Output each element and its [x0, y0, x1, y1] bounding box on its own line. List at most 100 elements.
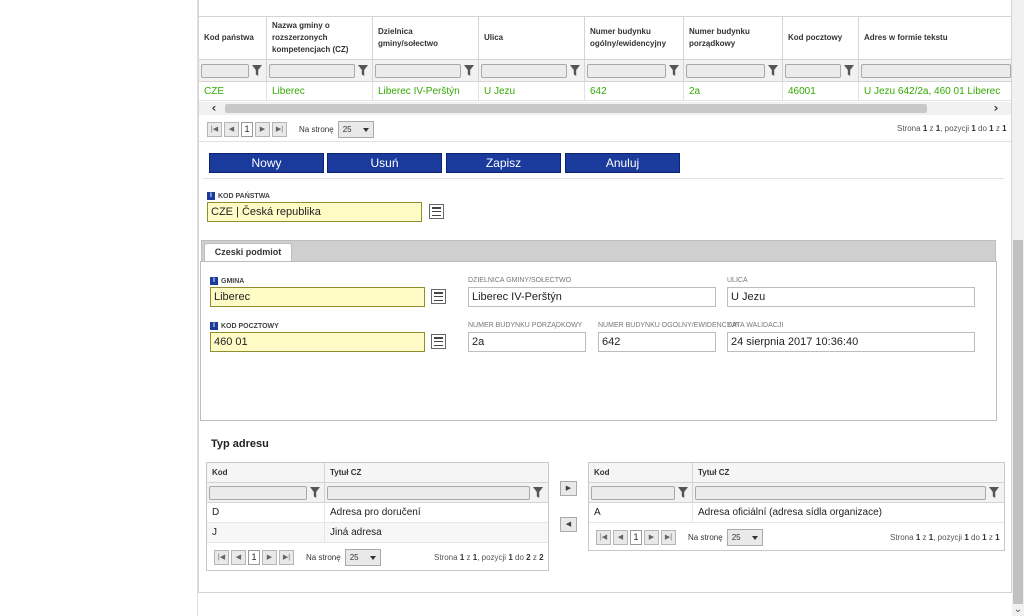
filter-country-input[interactable]	[201, 63, 249, 78]
prev-page-icon[interactable]: ◀	[231, 550, 246, 565]
postal-code-field[interactable]: 460 01	[210, 332, 425, 352]
col-kod[interactable]: Kod	[207, 463, 325, 482]
next-page-icon[interactable]: ▶	[262, 550, 277, 565]
list-item[interactable]: D Adresa pro doručení	[207, 503, 548, 523]
filter-address-input[interactable]	[861, 63, 1011, 78]
per-page-select[interactable]: 25	[726, 529, 763, 546]
page-number-input[interactable]: 1	[248, 550, 260, 565]
gmina-label: i Gmina	[210, 277, 244, 285]
prev-page-icon[interactable]: ◀	[613, 530, 628, 545]
country-label: i Kod państwa	[207, 192, 270, 200]
move-right-icon[interactable]: ▶	[560, 481, 577, 496]
filter-title-input[interactable]	[327, 485, 530, 500]
cancel-button[interactable]: Anuluj	[565, 153, 680, 173]
col-street[interactable]: Ulica	[479, 17, 585, 59]
right-pager: |◀ ◀ 1 ▶ ▶| Na stronę 25	[596, 529, 763, 546]
col-title[interactable]: Tytuł CZ	[325, 463, 548, 482]
house-ordinal-field[interactable]: 2a	[468, 332, 586, 352]
pager-info: Strona 1 z 1, pozycji 1 do 2 z 2	[434, 553, 544, 562]
page-number-input[interactable]: 1	[630, 530, 642, 545]
filter-icon[interactable]	[464, 65, 474, 76]
next-page-icon[interactable]: ▶	[255, 122, 270, 137]
last-page-icon[interactable]: ▶|	[279, 550, 294, 565]
save-button[interactable]: Zapisz	[446, 153, 561, 173]
tab-czech-entity[interactable]: Czeski podmiot	[204, 243, 292, 262]
cell-kod: A	[589, 503, 693, 522]
filter-title-input[interactable]	[695, 485, 986, 500]
per-page-label: Na stronę	[306, 553, 341, 562]
pager-info: Strona 1 z 1, pozycji 1 do 1 z 1	[897, 124, 1007, 133]
filter-icon[interactable]	[768, 65, 778, 76]
list-item[interactable]: J Jiná adresa	[207, 523, 548, 543]
col-country-code[interactable]: Kod państwa	[199, 17, 267, 59]
filter-icon[interactable]	[678, 487, 688, 498]
list-item[interactable]: A Adresa oficiální (adresa sídla organiz…	[589, 503, 1004, 523]
last-page-icon[interactable]: ▶|	[272, 122, 287, 137]
page-bottom	[198, 593, 1012, 616]
filter-district-input[interactable]	[375, 63, 461, 78]
per-page-select[interactable]: 25	[344, 549, 381, 566]
list-picker-icon[interactable]	[429, 204, 444, 219]
filter-icon[interactable]	[570, 65, 580, 76]
col-municipality[interactable]: Nazwa gminy o rozszerzonych kompetencjac…	[267, 17, 373, 59]
filter-house-general-input[interactable]	[587, 63, 666, 78]
scroll-right-icon[interactable]: ›	[989, 102, 1003, 115]
filter-kod-input[interactable]	[591, 485, 675, 500]
vertical-scrollbar[interactable]: ⌄	[1012, 0, 1024, 616]
filter-postal-input[interactable]	[785, 63, 841, 78]
filter-icon[interactable]	[310, 487, 320, 498]
info-icon: i	[210, 322, 218, 330]
chevron-down-icon	[362, 127, 369, 132]
list-picker-icon[interactable]	[431, 289, 446, 304]
col-house-number-general[interactable]: Numer budynku ogólny/ewidencyjny	[585, 17, 684, 59]
left-pager: |◀ ◀ 1 ▶ ▶| Na stronę 25	[214, 549, 381, 566]
first-page-icon[interactable]: |◀	[214, 550, 229, 565]
horizontal-scrollbar[interactable]: ‹ ›	[199, 102, 1011, 115]
table-row[interactable]: CZE Liberec Liberec IV-Perštýn U Jezu 64…	[199, 82, 1011, 101]
prev-page-icon[interactable]: ◀	[224, 122, 239, 137]
col-district[interactable]: Dzielnica gminy/sołectwo	[373, 17, 479, 59]
house-general-field[interactable]: 642	[598, 332, 716, 352]
scroll-thumb[interactable]	[1013, 240, 1023, 604]
district-field[interactable]: Liberec IV-Perštýn	[468, 287, 716, 307]
filter-icon[interactable]	[358, 65, 368, 76]
filter-municipality-input[interactable]	[269, 63, 355, 78]
col-kod[interactable]: Kod	[589, 463, 693, 482]
scroll-thumb[interactable]	[225, 104, 927, 113]
delete-button[interactable]: Usuń	[327, 153, 442, 173]
col-house-number-ordinal[interactable]: Numer budynku porządkowy	[684, 17, 783, 59]
street-field[interactable]: U Jezu	[727, 287, 975, 307]
scroll-left-icon[interactable]: ‹	[207, 102, 221, 115]
info-icon: i	[210, 277, 218, 285]
left-gutter	[0, 0, 198, 616]
filter-house-ordinal-input[interactable]	[686, 63, 765, 78]
filter-icon[interactable]	[533, 487, 543, 498]
filter-kod-input[interactable]	[209, 485, 307, 500]
last-page-icon[interactable]: ▶|	[661, 530, 676, 545]
per-page-select[interactable]: 25	[337, 121, 374, 138]
next-page-icon[interactable]: ▶	[644, 530, 659, 545]
cell-title: Adresa pro doručení	[330, 507, 421, 518]
first-page-icon[interactable]: |◀	[207, 122, 222, 137]
filter-icon[interactable]	[989, 487, 999, 498]
move-left-icon[interactable]: ◀	[560, 517, 577, 532]
page-number-input[interactable]: 1	[241, 122, 253, 137]
cell-postal: 46001	[783, 82, 859, 100]
scroll-down-icon[interactable]: ⌄	[1012, 604, 1024, 616]
filter-icon[interactable]	[252, 65, 262, 76]
filter-icon[interactable]	[844, 65, 854, 76]
first-page-icon[interactable]: |◀	[596, 530, 611, 545]
gmina-field[interactable]: Liberec	[210, 287, 425, 307]
cell-country: CZE	[199, 82, 267, 100]
filter-street-input[interactable]	[481, 63, 567, 78]
filter-icon[interactable]	[669, 65, 679, 76]
cell-street: U Jezu	[479, 82, 585, 100]
col-title[interactable]: Tytuł CZ	[693, 463, 1004, 482]
validation-date-field: 24 sierpnia 2017 10:36:40	[727, 332, 975, 352]
col-address-text[interactable]: Adres w formie tekstu	[859, 17, 1011, 59]
col-postal-code[interactable]: Kod pocztowy	[783, 17, 859, 59]
new-button[interactable]: Nowy	[209, 153, 324, 173]
per-page-label: Na stronę	[688, 533, 723, 542]
country-field[interactable]: CZE | Česká republika	[207, 202, 422, 222]
list-picker-icon[interactable]	[431, 334, 446, 349]
